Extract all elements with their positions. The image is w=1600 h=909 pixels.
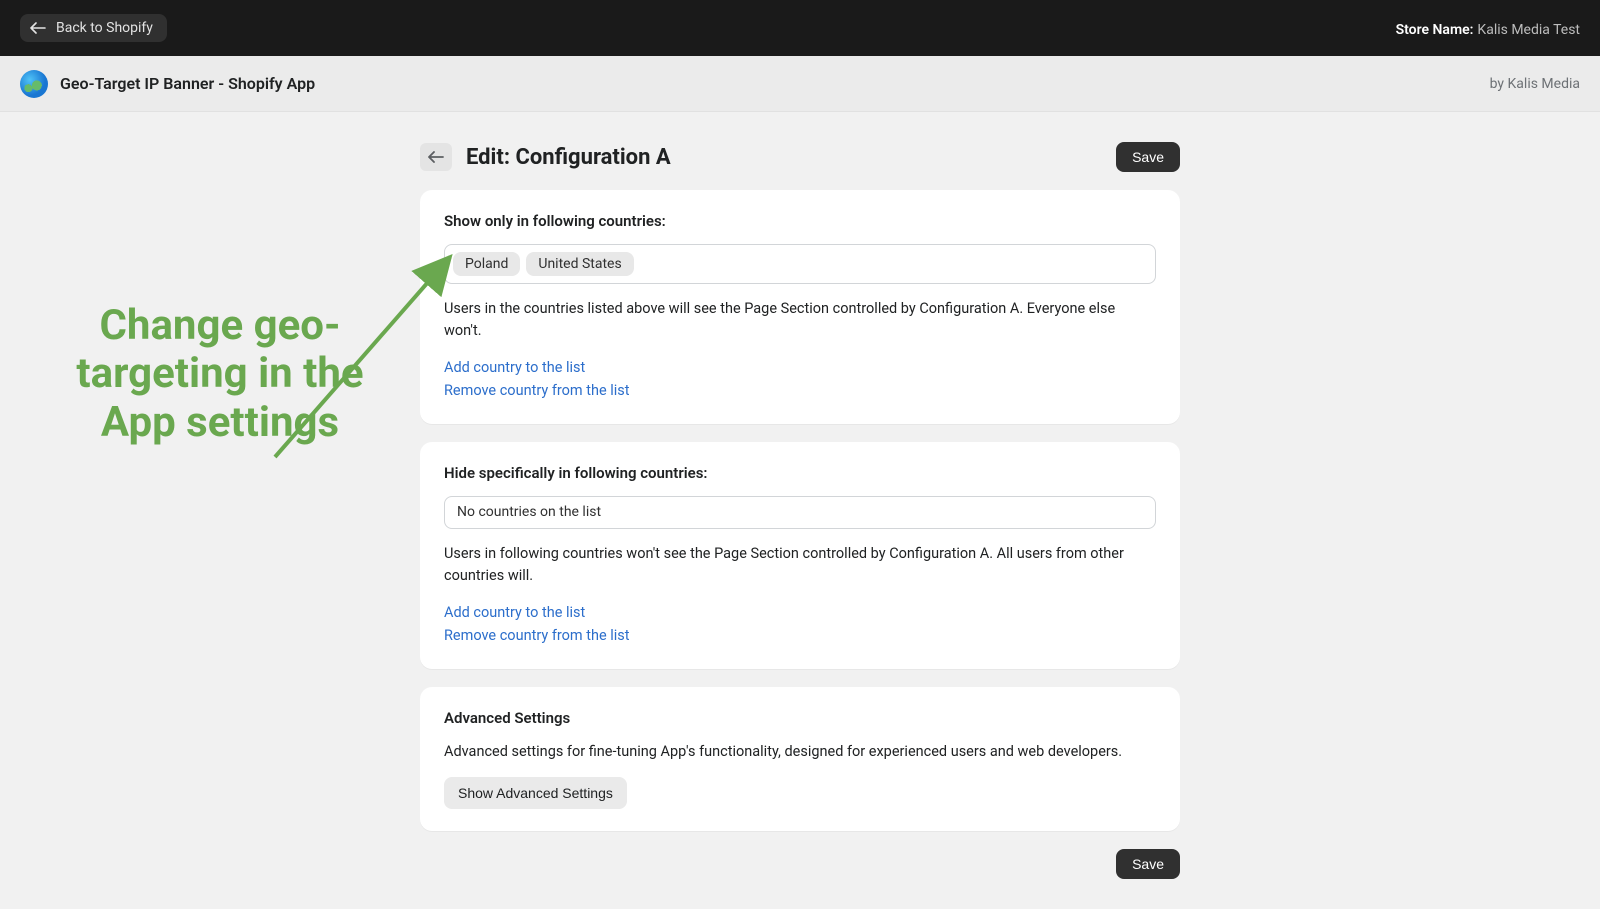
arrow-left-icon — [30, 22, 46, 34]
app-title: Geo-Target IP Banner - Shopify App — [60, 74, 315, 93]
main-content: Edit: Configuration A Save Show only in … — [420, 142, 1180, 879]
page-title: Edit: Configuration A — [466, 145, 671, 170]
hide-countries-card: Hide specifically in following countries… — [420, 442, 1180, 669]
top-bar: Back to Shopify Store Name: Kalis Media … — [0, 0, 1600, 56]
remove-country-link[interactable]: Remove country from the list — [444, 624, 1156, 647]
store-name-value: Kalis Media Test — [1477, 22, 1580, 38]
remove-country-link[interactable]: Remove country from the list — [444, 379, 1156, 402]
globe-icon — [20, 70, 48, 98]
back-to-shopify-button[interactable]: Back to Shopify — [20, 14, 167, 42]
arrow-left-icon — [428, 151, 444, 163]
advanced-settings-heading: Advanced Settings — [444, 709, 1156, 727]
add-country-link[interactable]: Add country to the list — [444, 356, 1156, 379]
hide-countries-empty-text: No countries on the list — [457, 504, 601, 520]
show-countries-card: Show only in following countries: Poland… — [420, 190, 1180, 424]
save-button-bottom[interactable]: Save — [1116, 849, 1180, 879]
show-countries-helper: Users in the countries listed above will… — [444, 298, 1156, 342]
store-info: Store Name: Kalis Media Test — [1396, 19, 1580, 38]
show-countries-heading: Show only in following countries: — [444, 212, 1156, 230]
store-name-label: Store Name: — [1396, 22, 1474, 38]
hide-countries-heading: Hide specifically in following countries… — [444, 464, 1156, 482]
app-byline: by Kalis Media — [1490, 76, 1580, 92]
show-countries-field[interactable]: Poland United States — [444, 244, 1156, 284]
bottom-actions: Save — [420, 849, 1180, 879]
add-country-link[interactable]: Add country to the list — [444, 601, 1156, 624]
annotation-arrow-icon — [260, 232, 470, 462]
page-header: Edit: Configuration A Save — [420, 142, 1180, 172]
hide-countries-field[interactable]: No countries on the list — [444, 496, 1156, 530]
back-button[interactable] — [420, 143, 452, 171]
show-advanced-settings-button[interactable]: Show Advanced Settings — [444, 777, 627, 809]
hide-countries-helper: Users in following countries won't see t… — [444, 543, 1156, 587]
advanced-settings-card: Advanced Settings Advanced settings for … — [420, 687, 1180, 831]
save-button[interactable]: Save — [1116, 142, 1180, 172]
back-label: Back to Shopify — [56, 20, 153, 36]
app-bar: Geo-Target IP Banner - Shopify App by Ka… — [0, 56, 1600, 112]
country-tag[interactable]: United States — [526, 252, 633, 276]
advanced-settings-helper: Advanced settings for fine-tuning App's … — [444, 741, 1156, 763]
